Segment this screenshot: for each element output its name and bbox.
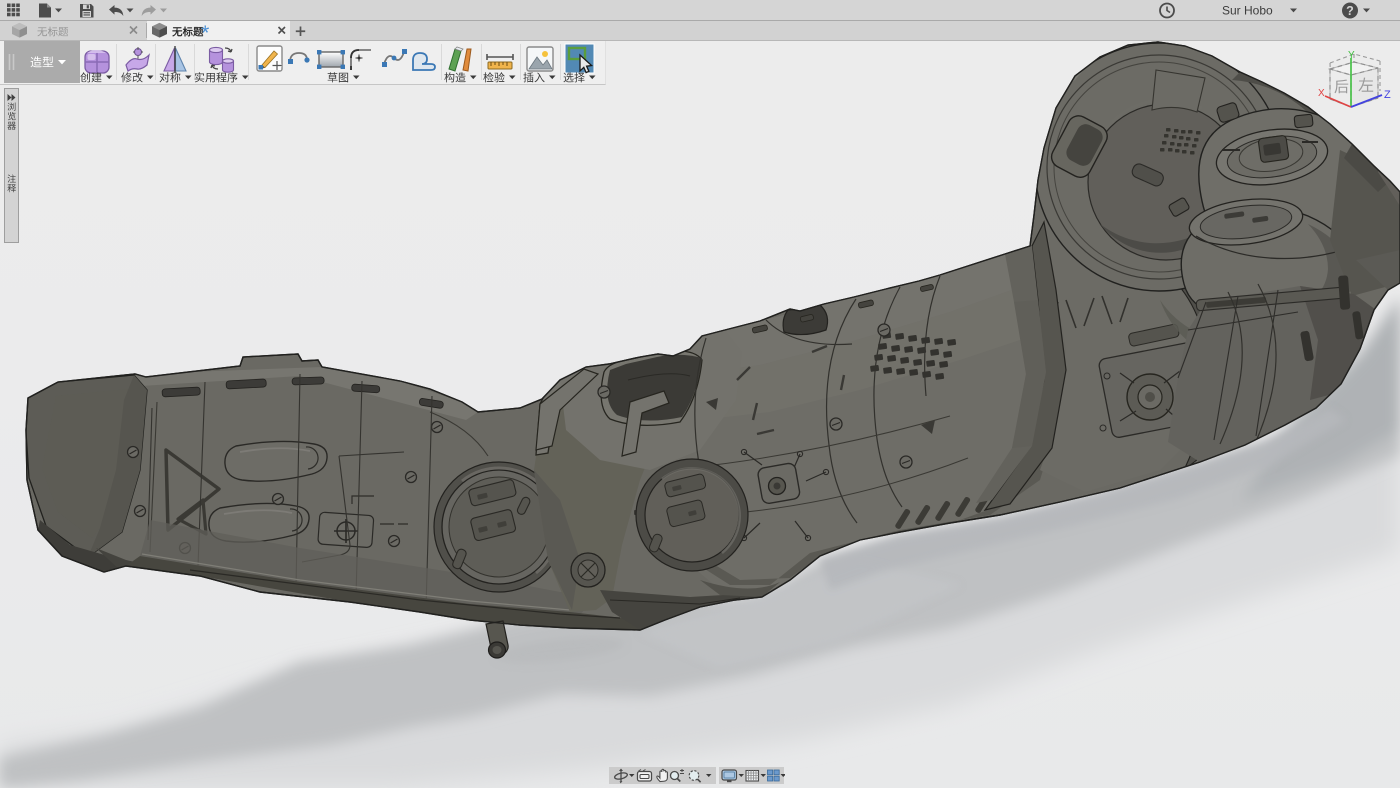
svg-text:Sur Hobo: Sur Hobo <box>1222 4 1273 18</box>
svg-text:X: X <box>1318 88 1325 99</box>
svg-text:?: ? <box>1346 4 1354 18</box>
svg-text:Z: Z <box>1384 89 1391 101</box>
